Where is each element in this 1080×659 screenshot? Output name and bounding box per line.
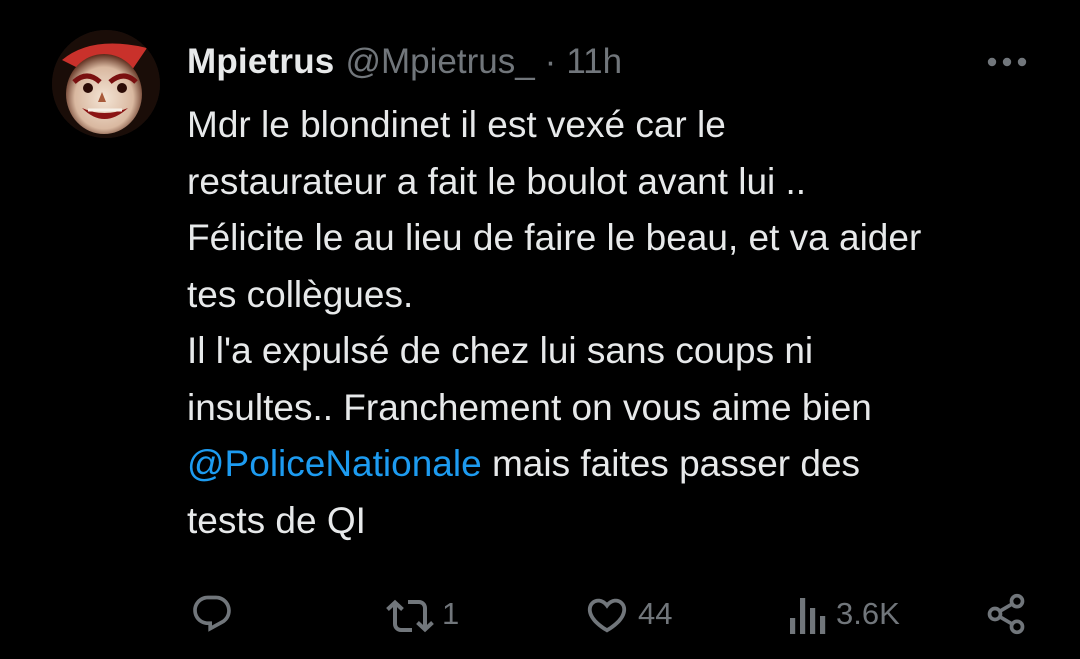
views-icon: [790, 598, 826, 634]
avatar-image: [52, 30, 160, 138]
more-horizontal-icon: [987, 57, 1027, 67]
heart-icon: [587, 598, 627, 633]
like-count: 44: [638, 596, 673, 631]
retweet-count: 1: [442, 596, 460, 631]
tweet-line: restaurateur a fait le boulot avant lui …: [187, 160, 807, 202]
reply-icon: [193, 595, 231, 632]
separator-dot: ·: [544, 42, 557, 81]
tweet-line: tes collègues.: [187, 273, 414, 315]
retweet-button[interactable]: 1: [386, 586, 459, 642]
display-name[interactable]: Mpietrus: [187, 42, 334, 82]
tweet-line: tests de QI: [187, 499, 366, 541]
timestamp[interactable]: 11h: [566, 42, 622, 82]
tweet-header: Mpietrus @Mpietrus_ · 11h: [187, 40, 622, 84]
tweet-text: Mdr le blondinet il est vexé car le rest…: [187, 97, 1047, 549]
tweet-line: Il l'a expulsé de chez lui sans coups ni: [187, 330, 814, 371]
more-options-button[interactable]: [986, 52, 1028, 72]
share-button[interactable]: [984, 586, 1028, 642]
user-handle[interactable]: @Mpietrus_: [345, 42, 534, 82]
retweet-icon: [386, 599, 434, 633]
views-button[interactable]: 3.6K: [788, 586, 900, 642]
avatar[interactable]: [52, 30, 160, 138]
action-bar: 1 44 3.6K: [0, 586, 1080, 642]
reply-button[interactable]: [190, 586, 242, 642]
views-count: 3.6K: [836, 596, 900, 631]
tweet-line-with-mention: @PoliceNationale mais faites passer des: [187, 436, 1047, 493]
tweet[interactable]: Mpietrus @Mpietrus_ · 11h Mdr le blondin…: [0, 0, 1080, 659]
tweet-text-fragment: mais faites passer des: [481, 443, 861, 484]
like-button[interactable]: 44: [584, 586, 672, 642]
share-icon: [987, 593, 1025, 635]
mention-link[interactable]: @PoliceNationale: [187, 443, 482, 484]
tweet-line: insultes.. Franchement on vous aime bien: [187, 386, 872, 428]
tweet-line: Félicite le au lieu de faire le beau, et…: [187, 217, 922, 258]
tweet-line: Mdr le blondinet il est vexé car le: [187, 104, 726, 145]
